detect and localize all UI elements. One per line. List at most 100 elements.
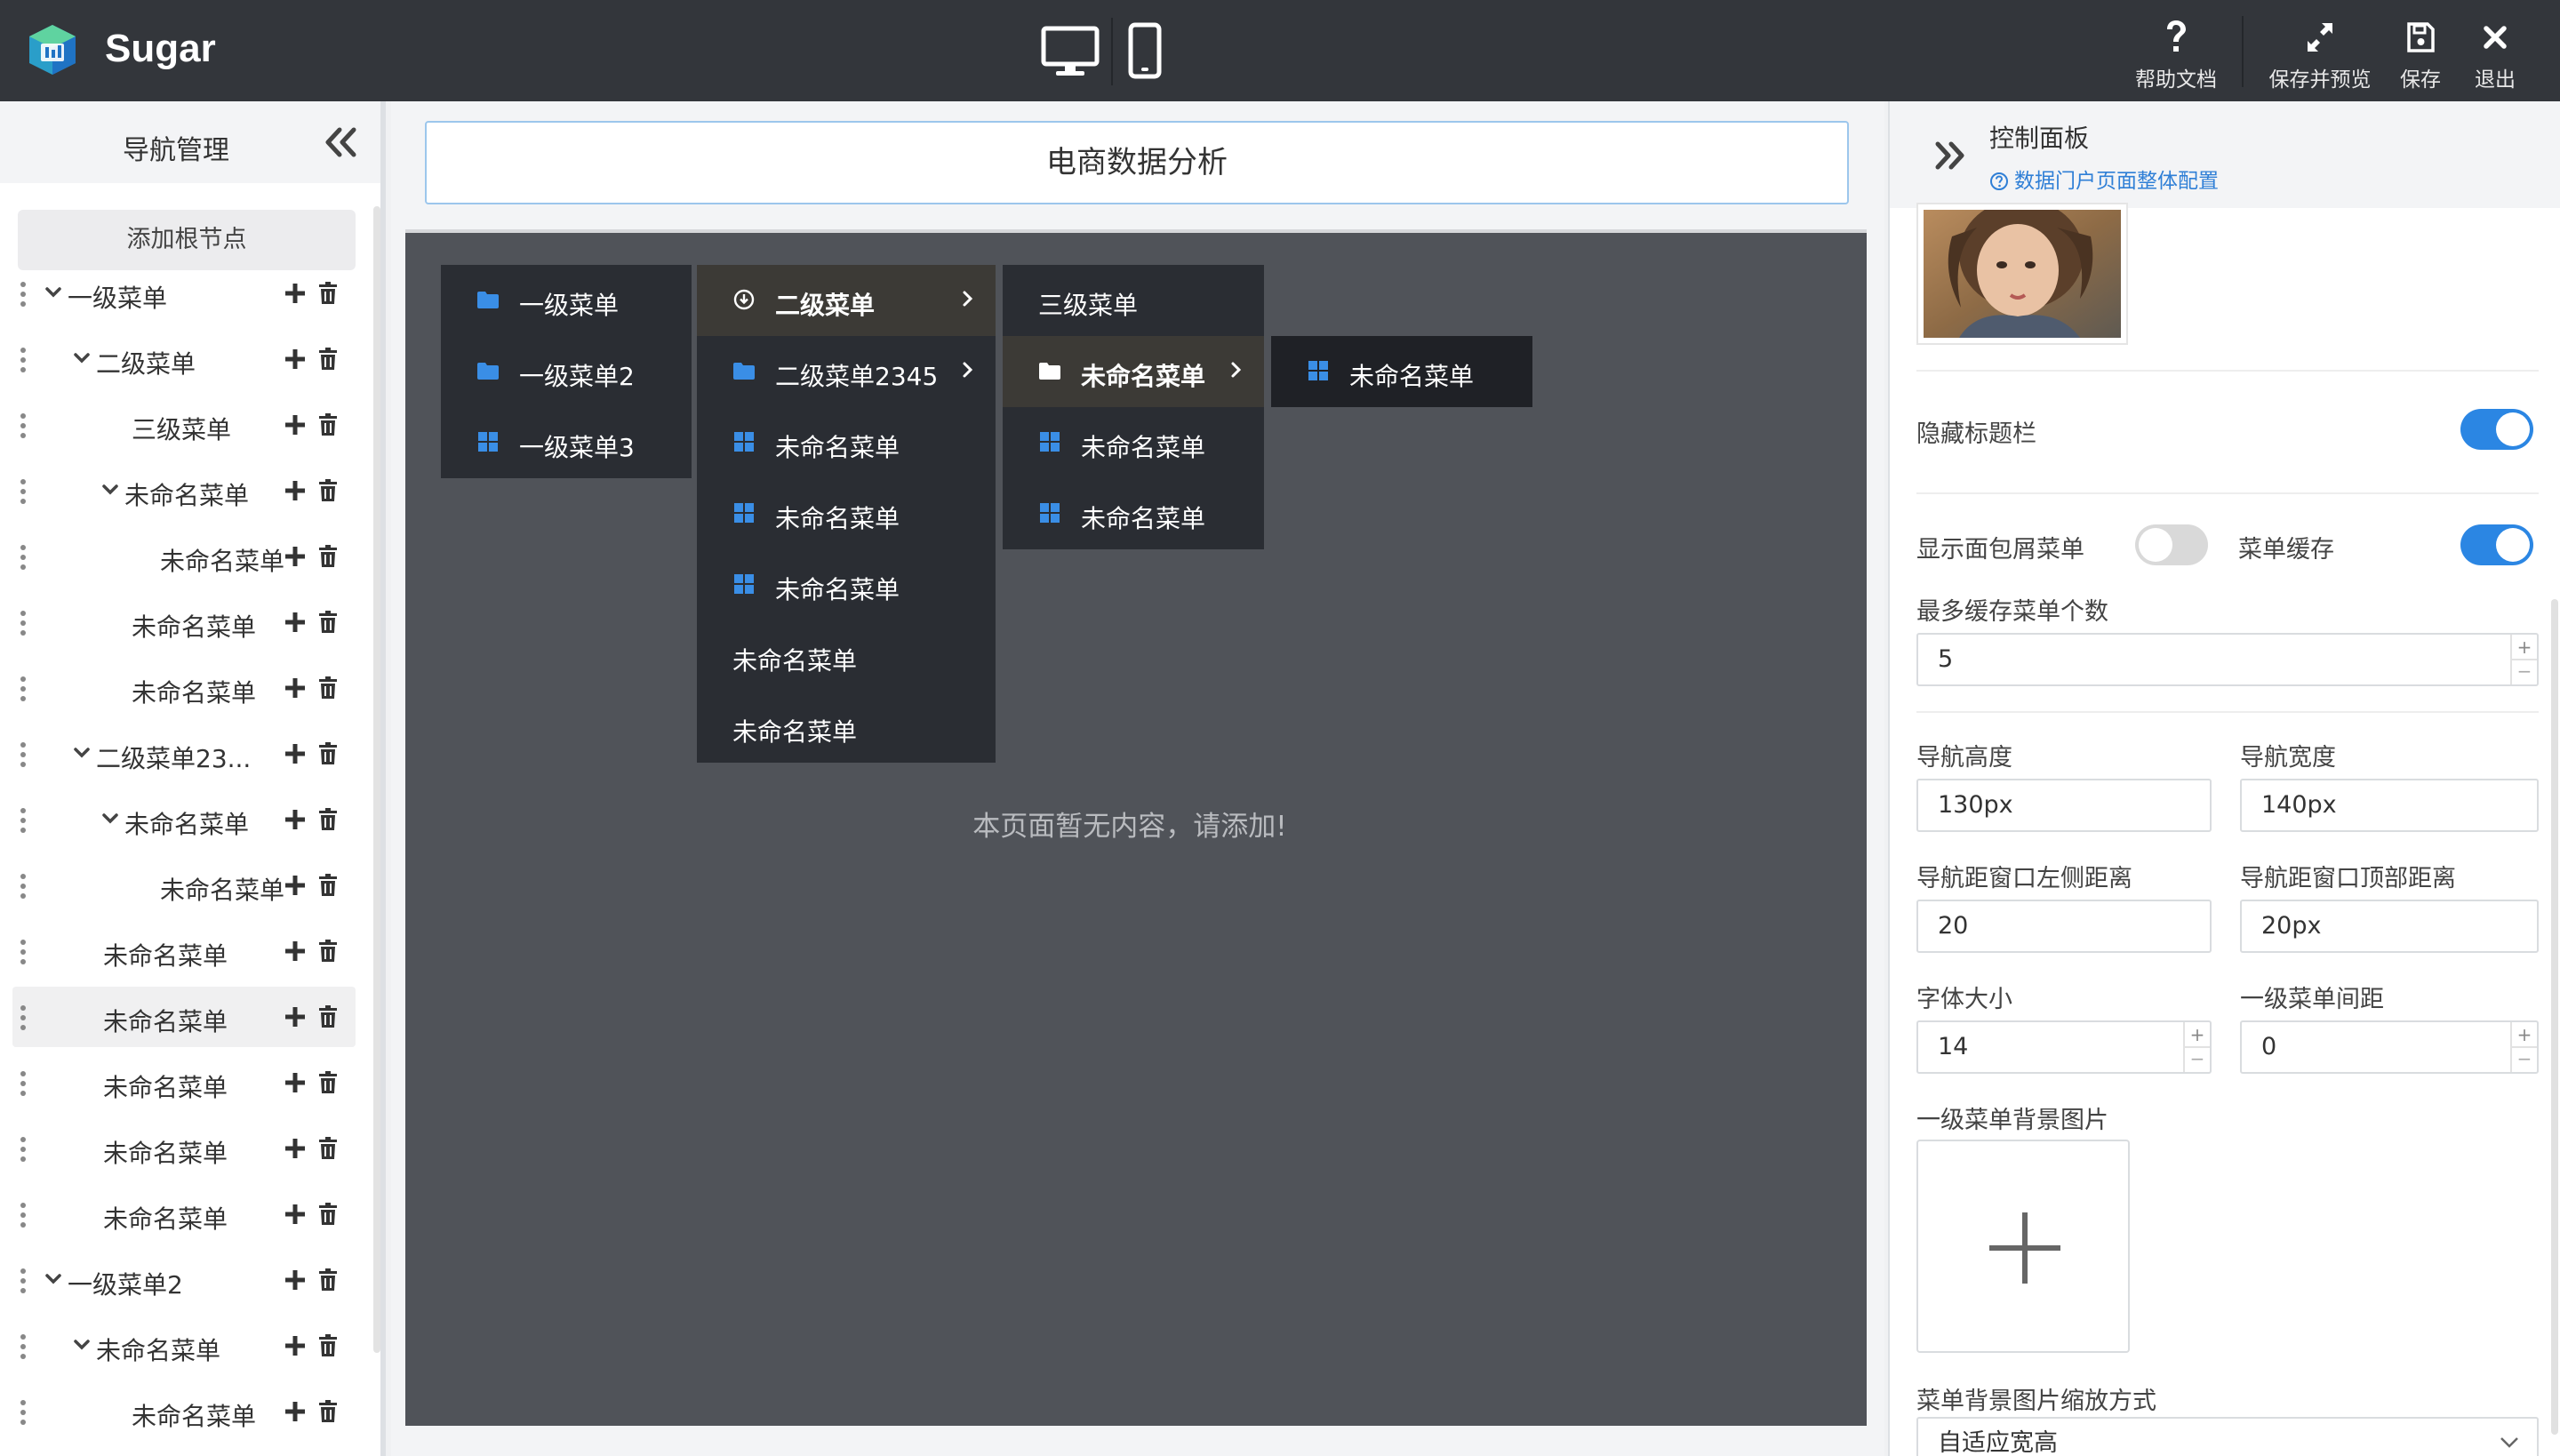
trash-icon[interactable] — [318, 676, 338, 700]
trash-icon[interactable] — [318, 808, 338, 831]
tree-node[interactable]: 未命名菜单 — [12, 789, 356, 850]
add-child-icon[interactable] — [284, 1401, 306, 1422]
menu-cache-toggle[interactable] — [2460, 524, 2533, 565]
chevron-down-icon[interactable] — [73, 352, 91, 364]
add-child-icon[interactable] — [284, 1138, 306, 1159]
chevron-down-icon[interactable] — [73, 747, 91, 759]
tree-node[interactable]: 未命名菜单 — [12, 526, 356, 587]
add-child-icon[interactable] — [284, 677, 306, 699]
tree-node[interactable]: 三级菜单 — [12, 395, 356, 455]
trash-icon[interactable] — [318, 1005, 338, 1028]
add-child-icon[interactable] — [284, 1072, 306, 1093]
tree-node[interactable]: 未命名菜单 — [12, 987, 356, 1047]
trash-icon[interactable] — [318, 545, 338, 568]
menu-item[interactable]: 一级菜单2 — [441, 336, 692, 407]
tree-node[interactable]: 未命名菜单 — [12, 1184, 356, 1244]
upload-image-button[interactable] — [1916, 1140, 2130, 1353]
nav-height-input[interactable]: 130px — [1916, 779, 2212, 832]
decrement-icon[interactable]: − — [2512, 1049, 2537, 1068]
add-child-icon[interactable] — [284, 283, 306, 304]
menu-item[interactable]: 二级菜单 — [697, 265, 996, 336]
trash-icon[interactable] — [318, 1334, 338, 1357]
chevron-down-icon[interactable] — [44, 286, 62, 299]
bg-scale-select[interactable]: 自适应宽高 — [1916, 1417, 2539, 1456]
mobile-device-icon[interactable] — [1122, 21, 1168, 80]
desktop-device-icon[interactable] — [1040, 21, 1100, 80]
menu-item[interactable]: 未命名菜单 — [697, 692, 996, 763]
trash-icon[interactable] — [318, 348, 338, 371]
font-size-input[interactable]: 14 + − — [1916, 1020, 2212, 1074]
help-docs-button[interactable]: 帮助文档 — [2130, 20, 2222, 92]
trash-icon[interactable] — [318, 413, 338, 436]
max-cache-input[interactable]: 5 + − — [1916, 633, 2539, 686]
menu-item[interactable]: 一级菜单 — [441, 265, 692, 336]
add-child-icon[interactable] — [284, 546, 306, 567]
add-child-icon[interactable] — [284, 414, 306, 436]
number-stepper[interactable]: + − — [2510, 635, 2537, 684]
chevron-down-icon[interactable] — [73, 1339, 91, 1351]
save-button[interactable]: 保存 — [2391, 20, 2450, 92]
tree-node[interactable]: 未命名菜单 — [12, 1052, 356, 1113]
trash-icon[interactable] — [318, 611, 338, 634]
menu-item[interactable]: 未命名菜单 — [1003, 336, 1264, 407]
portal-config-link[interactable]: 数据门户页面整体配置 — [1989, 164, 2219, 194]
add-child-icon[interactable] — [284, 875, 306, 896]
menu-item[interactable]: 未命名菜单 — [697, 407, 996, 478]
trash-icon[interactable] — [318, 1268, 338, 1292]
hide-title-bar-toggle[interactable] — [2460, 409, 2533, 450]
menu-item[interactable]: 未命名菜单 — [697, 620, 996, 692]
tree-node[interactable]: 一级菜单 — [12, 263, 356, 324]
tree-node[interactable]: 一级菜单2 — [12, 1250, 356, 1310]
nav-top-input[interactable]: 20px — [2240, 900, 2539, 953]
trash-icon[interactable] — [318, 479, 338, 502]
add-child-icon[interactable] — [284, 1204, 306, 1225]
chevron-down-icon[interactable] — [101, 484, 119, 496]
trash-icon[interactable] — [318, 1137, 338, 1160]
add-root-node-button[interactable]: 添加根节点 — [18, 210, 356, 270]
add-child-icon[interactable] — [284, 1006, 306, 1028]
add-child-icon[interactable] — [284, 480, 306, 501]
add-child-icon[interactable] — [284, 612, 306, 633]
increment-icon[interactable]: + — [2512, 636, 2537, 658]
tree-node[interactable]: 未命名菜单 — [12, 921, 356, 981]
increment-icon[interactable]: + — [2512, 1024, 2537, 1045]
increment-icon[interactable]: + — [2185, 1024, 2210, 1045]
decrement-icon[interactable]: − — [2185, 1049, 2210, 1068]
exit-button[interactable]: 退出 — [2466, 20, 2524, 92]
add-child-icon[interactable] — [284, 809, 306, 830]
trash-icon[interactable] — [318, 1071, 338, 1094]
trash-icon[interactable] — [318, 282, 338, 305]
background-image-thumbnail[interactable] — [1916, 203, 2128, 345]
add-child-icon[interactable] — [284, 940, 306, 962]
chevron-down-icon[interactable] — [101, 812, 119, 825]
trash-icon[interactable] — [318, 874, 338, 897]
decrement-icon[interactable]: − — [2512, 661, 2537, 681]
menu-item[interactable]: 未命名菜单 — [1003, 478, 1264, 549]
tree-node[interactable]: 二级菜单23... — [12, 724, 356, 784]
nav-width-input[interactable]: 140px — [2240, 779, 2539, 832]
number-stepper[interactable]: + − — [2510, 1022, 2537, 1072]
l1-spacing-input[interactable]: 0 + − — [2240, 1020, 2539, 1074]
tree-node[interactable]: 未命名菜单 — [12, 1316, 356, 1376]
menu-item[interactable]: 未命名菜单 — [1003, 407, 1264, 478]
menu-item[interactable]: 一级菜单3 — [441, 407, 692, 478]
tree-node[interactable]: 未命名菜单 — [12, 460, 356, 521]
tree-node[interactable]: 未命名菜单 — [12, 658, 356, 718]
double-chevron-left-icon[interactable] — [322, 126, 361, 158]
left-panel-scrollbar[interactable] — [373, 206, 380, 1353]
tree-node[interactable]: 未命名菜单 — [12, 1118, 356, 1179]
nav-left-input[interactable]: 20 — [1916, 900, 2212, 953]
menu-item[interactable]: 未命名菜单 — [1271, 336, 1532, 407]
menu-item[interactable]: 未命名菜单 — [697, 478, 996, 549]
trash-icon[interactable] — [318, 940, 338, 963]
save-and-preview-button[interactable]: 保存并预览 — [2258, 20, 2382, 92]
menu-item[interactable]: 二级菜单2345 — [697, 336, 996, 407]
trash-icon[interactable] — [318, 742, 338, 765]
tree-node[interactable]: 未命名菜单 — [12, 1381, 356, 1442]
number-stepper[interactable]: + − — [2183, 1022, 2210, 1072]
menu-item[interactable]: 未命名菜单 — [697, 549, 996, 620]
add-child-icon[interactable] — [284, 1269, 306, 1291]
chevron-down-icon[interactable] — [44, 1273, 62, 1285]
tree-node[interactable]: 二级菜单 — [12, 329, 356, 389]
tree-node[interactable]: 未命名菜单 — [12, 592, 356, 652]
